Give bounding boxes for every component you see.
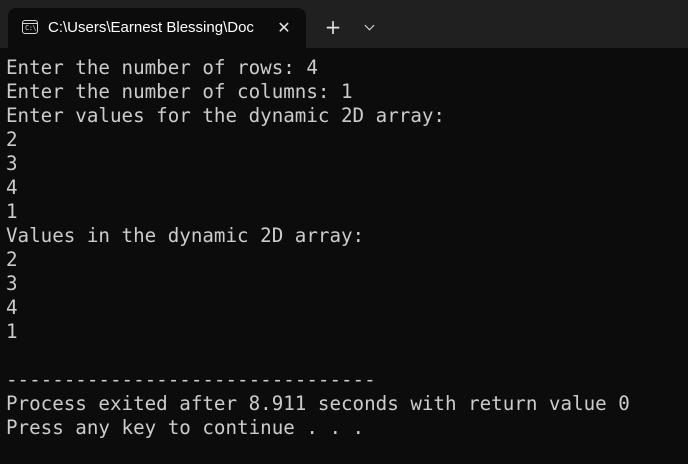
tab-active[interactable]: C:\ C:\Users\Earnest Blessing\Doc ✕ — [8, 8, 306, 48]
console-line: 4 — [6, 176, 18, 199]
new-tab-button[interactable]: + — [320, 14, 346, 40]
console-line: Values in the dynamic 2D array: — [6, 224, 365, 247]
console-line: 3 — [6, 272, 18, 295]
console-line: 1 — [6, 320, 18, 343]
console-output[interactable]: Enter the number of rows: 4 Enter the nu… — [0, 48, 688, 464]
continue-prompt: Press any key to continue . . . — [6, 416, 365, 439]
terminal-icon: C:\ — [22, 20, 38, 34]
console-line: Enter values for the dynamic 2D array: — [6, 104, 445, 127]
chevron-down-icon[interactable] — [358, 14, 382, 40]
tab-title: C:\Users\Earnest Blessing\Doc — [48, 19, 254, 36]
console-line: 2 — [6, 128, 18, 151]
console-line: 4 — [6, 296, 18, 319]
terminal-window: C:\ C:\Users\Earnest Blessing\Doc ✕ + En… — [0, 0, 688, 464]
console-line: Enter the number of columns: 1 — [6, 80, 353, 103]
console-line: 3 — [6, 152, 18, 175]
separator-line: -------------------------------- — [6, 368, 376, 391]
process-exit-message: Process exited after 8.911 seconds with … — [6, 392, 630, 415]
tab-bar: C:\ C:\Users\Earnest Blessing\Doc ✕ + — [0, 0, 688, 48]
console-line: 2 — [6, 248, 18, 271]
console-line: Enter the number of rows: 4 — [6, 56, 318, 79]
close-icon[interactable]: ✕ — [274, 18, 294, 38]
console-line: 1 — [6, 200, 18, 223]
